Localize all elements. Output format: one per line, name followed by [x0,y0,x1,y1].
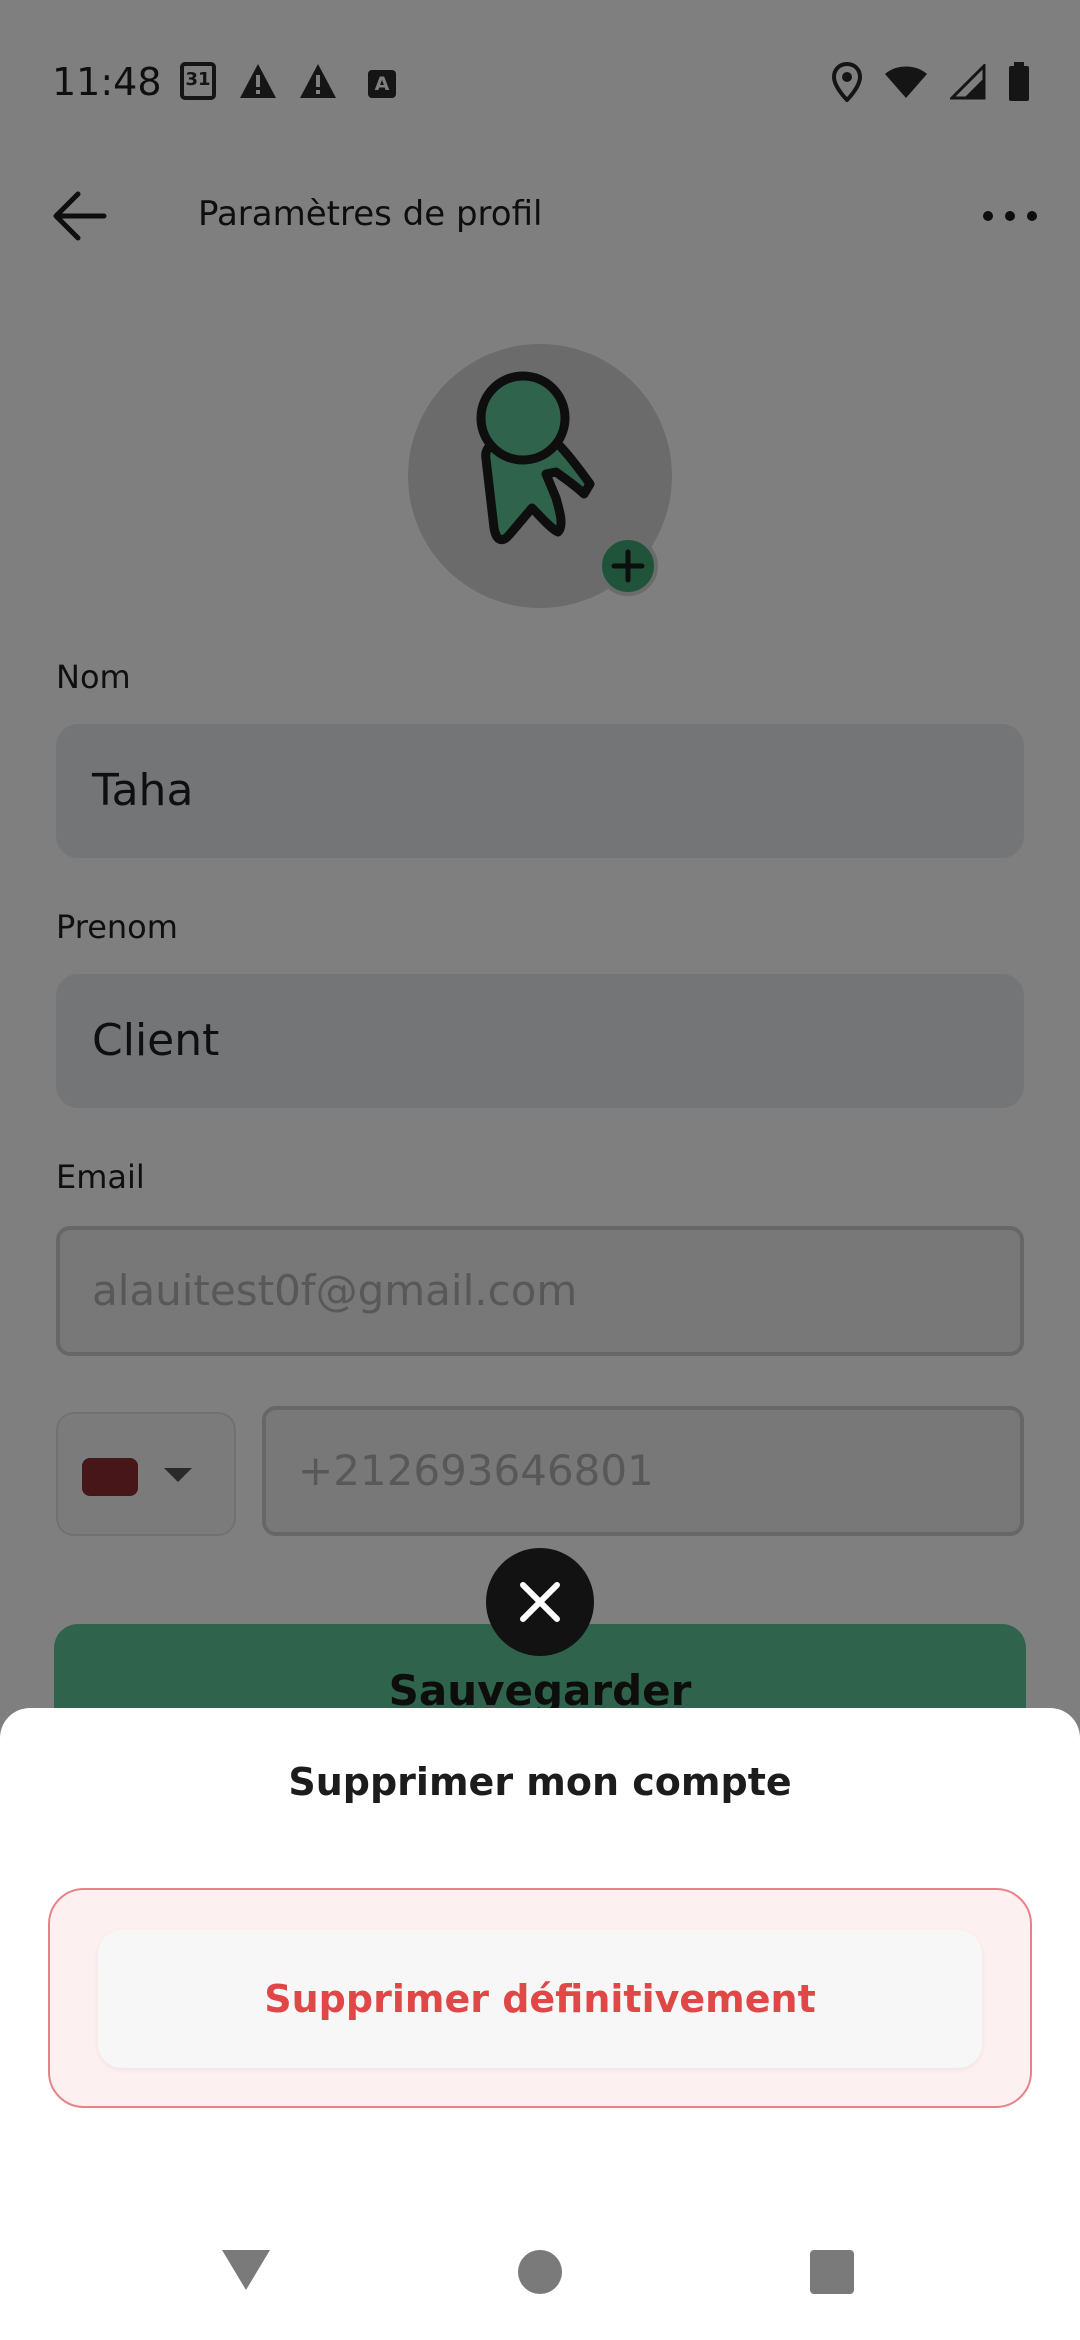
sheet-title: Supprimer mon compte [288,1760,792,1804]
danger-zone: Supprimer définitivement [48,1888,1032,2108]
close-icon [520,1582,560,1622]
nav-recents-icon[interactable] [810,2250,854,2294]
screen: 11:48 31 A Paramètres de [0,0,1080,2340]
close-button[interactable] [486,1548,594,1656]
nav-home-icon[interactable] [518,2250,562,2294]
nav-back-icon[interactable] [222,2250,270,2290]
delete-permanently-button[interactable]: Supprimer définitivement [98,1930,982,2068]
delete-account-sheet: Supprimer mon compte Supprimer définitiv… [0,1708,1080,2206]
system-nav-bar [0,2206,1080,2340]
